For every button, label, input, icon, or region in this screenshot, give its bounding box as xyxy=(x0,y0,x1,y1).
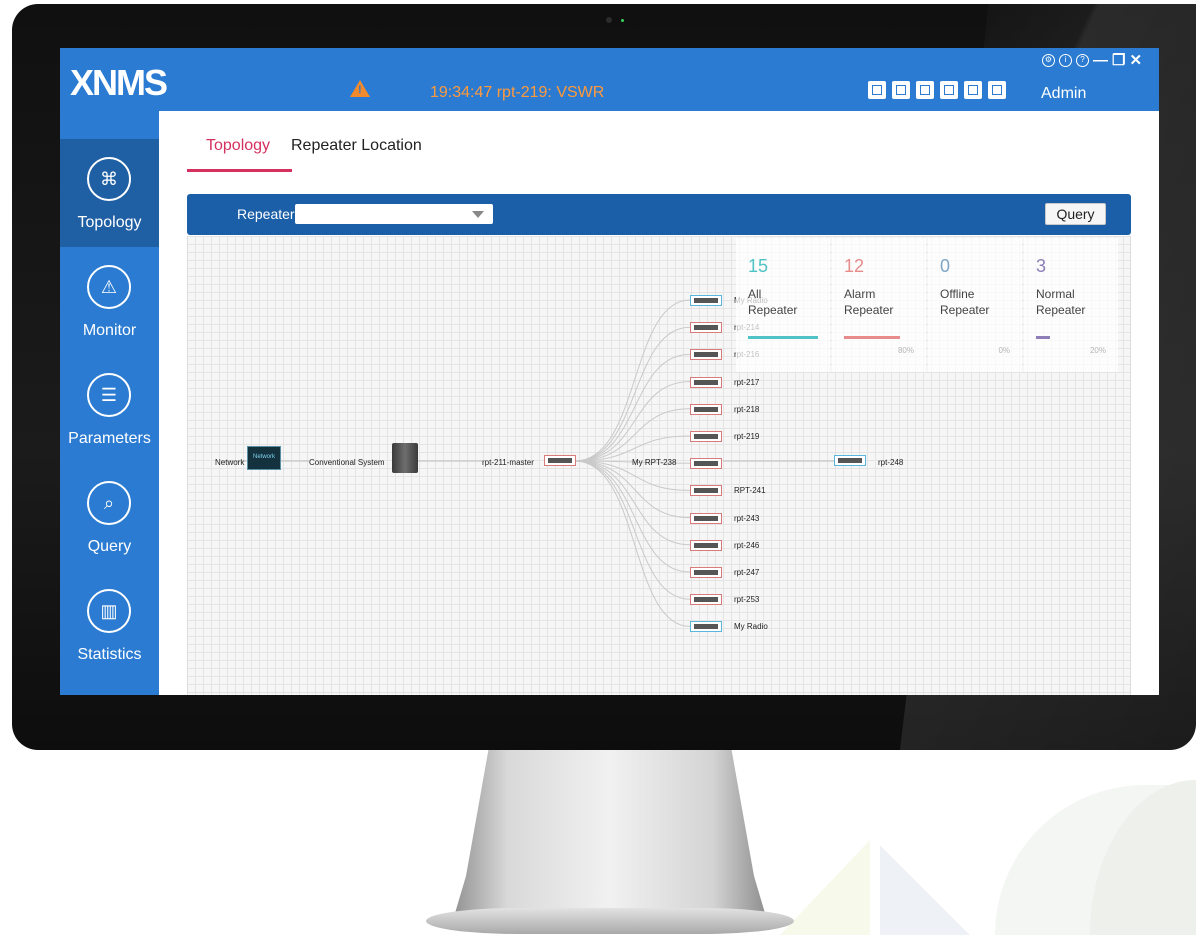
stat-alarm[interactable]: 12 Alarm Repeater 80% xyxy=(832,238,926,372)
parameters-icon: ☰ xyxy=(87,373,131,417)
sidebar-item-monitor[interactable]: ⚠ Monitor xyxy=(60,247,159,355)
app-logo: XNMS xyxy=(70,62,168,103)
info-icon[interactable]: i xyxy=(1059,54,1072,67)
repeater-icon xyxy=(690,376,722,388)
stat-bar xyxy=(844,336,900,339)
toolbar xyxy=(868,81,1006,99)
monitor-stand xyxy=(450,750,770,930)
master-label: rpt-211-master xyxy=(482,458,534,467)
stat-label: Normal Repeater xyxy=(1036,287,1086,317)
query-icon: ⌕ xyxy=(87,481,131,525)
monitor-stand-base xyxy=(426,908,794,934)
query-button[interactable]: Query xyxy=(1045,203,1106,225)
slave-label: rpt-218 xyxy=(734,404,760,414)
stat-label: Offline Repeater xyxy=(940,287,990,317)
stat-count: 12 xyxy=(844,256,865,276)
stat-count: 15 xyxy=(748,256,769,276)
title-bar: XNMS ! 19:34:47 rpt-219: VSWR Admin ⚙ i … xyxy=(60,48,1159,111)
stat-count: 3 xyxy=(1036,256,1047,276)
server-icon xyxy=(392,443,418,473)
slave-label: rpt-217 xyxy=(734,377,760,387)
active-tab-indicator xyxy=(187,169,292,172)
stats-panel: 15 All Repeater 12 Alarm Repeater 80% 0 … xyxy=(736,238,1118,372)
topology-icon: ⌘ xyxy=(87,157,131,201)
alarm-icon[interactable]: ! xyxy=(350,80,370,97)
sidebar-item-query[interactable]: ⌕ Query xyxy=(60,463,159,571)
repeater-select[interactable] xyxy=(295,204,493,224)
sidebar-item-topology[interactable]: ⌘ Topology xyxy=(60,139,159,247)
stat-label: All Repeater xyxy=(748,287,798,317)
query-bar: Repeater: Query xyxy=(187,194,1131,235)
repeater-icon xyxy=(834,455,866,466)
sidebar-item-parameters[interactable]: ☰ Parameters xyxy=(60,355,159,463)
downstream-label: rpt-248 xyxy=(878,458,904,467)
sidebar: ⌘ Topology ⚠ Monitor ☰ Parameters ⌕ Quer… xyxy=(60,111,159,695)
stat-count: 0 xyxy=(940,256,951,276)
repeater-icon xyxy=(690,458,722,470)
repeater-icon xyxy=(690,594,722,606)
stat-bar xyxy=(748,336,818,339)
device-icon[interactable] xyxy=(940,81,958,99)
sidebar-item-label: Query xyxy=(87,538,132,555)
slave-label: rpt-219 xyxy=(734,432,760,441)
repeater-icon xyxy=(690,322,722,334)
report-icon[interactable] xyxy=(892,81,910,99)
repeater-icon xyxy=(690,431,722,442)
statistics-icon: ▥ xyxy=(87,589,131,633)
export-icon[interactable] xyxy=(988,81,1006,99)
slave-label: My Radio xyxy=(734,622,768,632)
monitor-icon: ⚠ xyxy=(87,265,131,309)
sidebar-item-label: Topology xyxy=(77,214,142,231)
sidebar-item-label: Parameters xyxy=(68,430,151,447)
repeater-label: Repeater: xyxy=(237,206,299,222)
tab-repeater-location[interactable]: Repeater Location xyxy=(291,137,422,155)
help-icon[interactable]: ? xyxy=(1076,54,1089,67)
slave-label: rpt-246 xyxy=(734,540,760,550)
repeater-icon xyxy=(690,512,722,524)
sidebar-item-statistics[interactable]: ▥ Statistics xyxy=(60,571,159,679)
system-label: Conventional System xyxy=(309,458,385,467)
stat-percent: 0% xyxy=(998,346,1010,355)
slave-label: rpt-247 xyxy=(734,568,760,577)
network-icon: Network xyxy=(247,446,281,470)
stat-label: Alarm Repeater xyxy=(844,287,894,317)
settings-icon[interactable]: ⚙ xyxy=(1042,54,1055,67)
decor-shape xyxy=(880,845,970,935)
slave-label: RPT-241 xyxy=(734,486,766,496)
alarm-message[interactable]: 19:34:47 rpt-219: VSWR xyxy=(430,84,604,102)
hub-label: My RPT-238 xyxy=(632,458,677,467)
repeater-icon xyxy=(690,295,722,306)
repeater-icon xyxy=(690,621,722,633)
repeater-icon xyxy=(690,567,722,578)
repeater-icon xyxy=(544,455,576,466)
restore-icon[interactable]: ❐ xyxy=(1112,53,1125,68)
globe-icon[interactable] xyxy=(916,81,934,99)
network-label: Network xyxy=(215,458,245,467)
sidebar-item-label: Statistics xyxy=(77,646,142,663)
repeater-icon xyxy=(690,485,722,497)
network-box-label: Network xyxy=(252,454,275,460)
stat-all[interactable]: 15 All Repeater xyxy=(736,238,830,372)
close-icon[interactable]: ✕ xyxy=(1129,53,1142,68)
repeater-icon xyxy=(690,539,722,551)
slave-label: rpt-253 xyxy=(734,595,760,605)
stat-normal[interactable]: 3 Normal Repeater 20% xyxy=(1024,238,1118,372)
slave-label: rpt-243 xyxy=(734,513,760,523)
map-icon[interactable] xyxy=(868,81,886,99)
stat-percent: 20% xyxy=(1089,346,1106,355)
sidebar-item-label: Monitor xyxy=(82,322,137,339)
user-name[interactable]: Admin xyxy=(1041,85,1086,103)
camera-icon xyxy=(606,17,612,23)
camera-led xyxy=(621,19,624,22)
repeater-icon xyxy=(690,349,722,361)
tab-topology[interactable]: Topology xyxy=(206,137,270,155)
window-controls: ⚙ i ? — ❐ ✕ xyxy=(1042,53,1142,68)
config-icon[interactable] xyxy=(964,81,982,99)
app-window: XNMS ! 19:34:47 rpt-219: VSWR Admin ⚙ i … xyxy=(60,48,1159,695)
stat-bar xyxy=(1036,336,1050,339)
repeater-icon xyxy=(690,403,722,415)
stat-offline[interactable]: 0 Offline Repeater 0% xyxy=(928,238,1022,372)
minimize-icon[interactable]: — xyxy=(1093,53,1108,68)
stat-percent: 80% xyxy=(897,346,914,355)
